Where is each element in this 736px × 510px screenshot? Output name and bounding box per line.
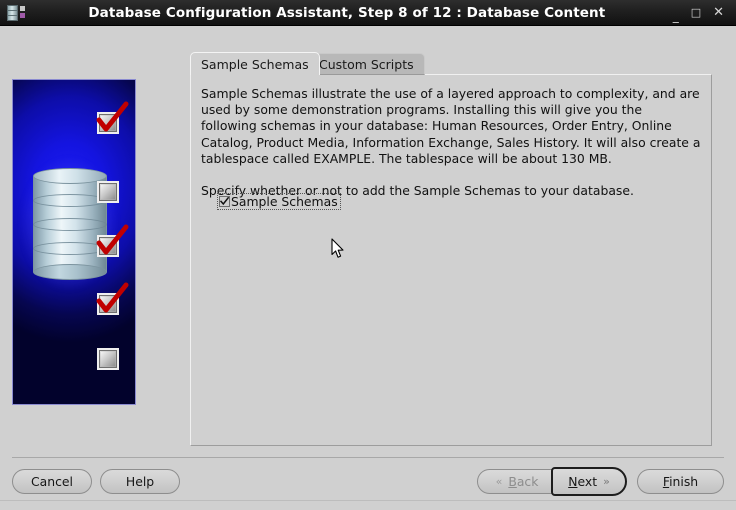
help-button[interactable]: Help (100, 469, 180, 494)
progress-marker-checked-2 (96, 224, 129, 257)
sample-schemas-checkbox[interactable]: Sample Schemas (217, 193, 341, 210)
next-button-label: Next (568, 474, 598, 489)
content-panel: Sample Schemas illustrate the use of a l… (190, 74, 712, 446)
progress-marker-unchecked-1 (97, 181, 119, 203)
footer-separator (12, 457, 724, 458)
navigation-button-group: « Back Next » (477, 467, 627, 496)
window-controls: _ □ ✕ (673, 6, 724, 22)
tab-sample-schemas-label: Sample Schemas (201, 56, 309, 72)
finish-button[interactable]: Finish (637, 469, 724, 494)
maximize-icon[interactable]: □ (691, 7, 701, 18)
window-bottom-edge (0, 500, 736, 501)
red-check-icon (96, 101, 129, 132)
progress-marker-checked-3 (96, 282, 129, 315)
checkbox-box[interactable] (219, 196, 230, 207)
finish-button-label: Finish (662, 474, 699, 489)
help-button-label: Help (125, 474, 155, 489)
tab-strip: Sample Schemas Custom Scripts (190, 52, 710, 75)
tab-custom-scripts-label: Custom Scripts (319, 56, 414, 72)
database-cylinder-icon (33, 168, 107, 280)
tab-sample-schemas[interactable]: Sample Schemas (190, 52, 320, 75)
progress-marker-unchecked-2 (97, 348, 119, 370)
title-bar: Database Configuration Assistant, Step 8… (0, 0, 736, 26)
database-icon (5, 3, 27, 23)
checkmark-icon (220, 197, 229, 206)
description-text: Sample Schemas illustrate the use of a l… (201, 86, 701, 199)
progress-marker-checked-1 (96, 101, 129, 134)
cancel-button[interactable]: Cancel (12, 469, 92, 494)
sample-schemas-checkbox-label: Sample Schemas (231, 194, 338, 209)
back-button-label: Back (508, 474, 539, 489)
close-icon[interactable]: ✕ (713, 6, 724, 19)
next-button[interactable]: Next » (551, 467, 627, 496)
tab-custom-scripts[interactable]: Custom Scripts (308, 53, 425, 75)
minimize-icon[interactable]: _ (673, 10, 679, 22)
database-configuration-assistant-window: Database Configuration Assistant, Step 8… (0, 0, 736, 510)
red-check-icon (96, 282, 129, 313)
next-arrow-icon: » (603, 475, 610, 488)
red-check-icon (96, 224, 129, 255)
cancel-button-label: Cancel (31, 474, 73, 489)
database-illustration (12, 79, 136, 405)
description-paragraph-1: Sample Schemas illustrate the use of a l… (201, 86, 701, 166)
back-button[interactable]: « Back (477, 469, 557, 494)
back-arrow-icon: « (495, 475, 503, 488)
window-title: Database Configuration Assistant, Step 8… (88, 4, 606, 21)
